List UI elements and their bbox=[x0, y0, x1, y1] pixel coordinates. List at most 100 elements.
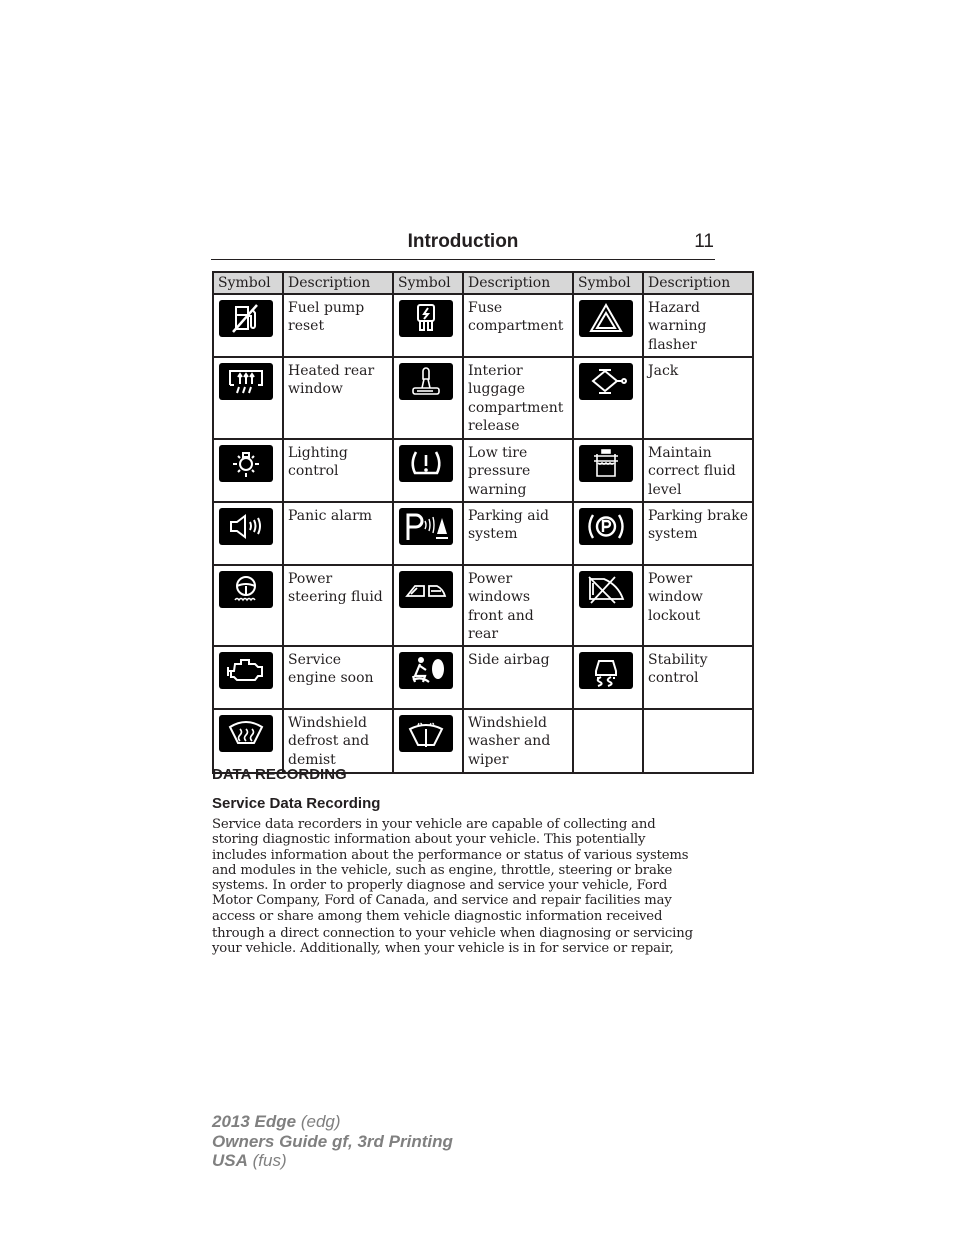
fluid-level-icon bbox=[579, 444, 633, 482]
interior-luggage-release-icon bbox=[399, 362, 453, 400]
paragraph-line: access or share among them vehicle diagn… bbox=[212, 908, 663, 924]
page-title: Introduction bbox=[407, 231, 519, 252]
symbol-cell bbox=[392, 437, 464, 503]
description-cell: Stability control bbox=[642, 644, 754, 710]
description-cell: Windshield washer and wiper bbox=[462, 707, 574, 774]
footer-market-code: (fus) bbox=[247, 1151, 287, 1170]
column-header: Symbol bbox=[572, 271, 644, 295]
table-row: Lighting control Low tire pressure warni… bbox=[212, 437, 754, 503]
description-cell: Jack bbox=[642, 355, 754, 440]
description-cell: Power steering fluid bbox=[282, 563, 394, 647]
parking-aid-icon bbox=[399, 507, 453, 545]
column-header: Description bbox=[642, 271, 754, 295]
fuse-compartment-icon bbox=[399, 299, 453, 337]
symbol-cell bbox=[392, 707, 464, 774]
symbol-cell bbox=[572, 644, 644, 710]
symbol-cell bbox=[392, 563, 464, 647]
symbol-cell bbox=[572, 355, 644, 440]
symbol-cell bbox=[572, 437, 644, 503]
symbol-cell bbox=[212, 292, 284, 358]
description-cell: Heated rear window bbox=[282, 355, 394, 440]
heated-rear-window-icon bbox=[219, 362, 273, 400]
body-paragraph: Service data recorders in your vehicle a… bbox=[212, 817, 722, 957]
symbol-cell bbox=[392, 292, 464, 358]
panic-alarm-icon bbox=[219, 507, 273, 545]
table-row: Power steering fluid Power windows front… bbox=[212, 563, 754, 647]
windshield-defrost-icon bbox=[219, 714, 273, 752]
paragraph-line: storing diagnostic information about you… bbox=[212, 832, 646, 848]
description-cell: Parking aid system bbox=[462, 500, 574, 566]
symbol-cell bbox=[212, 563, 284, 647]
description-cell: Windshield defrost and demist bbox=[282, 707, 394, 774]
footer-guide: Owners Guide gf, 3rd Printing bbox=[212, 1131, 453, 1151]
description-cell: Fuel pump reset bbox=[282, 292, 394, 358]
symbol-cell bbox=[212, 644, 284, 710]
paragraph-line: your vehicle. Additionally, when your ve… bbox=[212, 941, 674, 957]
description-cell: Lighting control bbox=[282, 437, 394, 503]
table-header-row: Symbol Description Symbol Description Sy… bbox=[212, 271, 754, 295]
stability-control-icon bbox=[579, 651, 633, 689]
page-footer: 2013 Edge (edg) Owners Guide gf, 3rd Pri… bbox=[212, 1112, 453, 1171]
paragraph-line: includes information about the performan… bbox=[212, 847, 689, 863]
column-header: Description bbox=[462, 271, 574, 295]
description-cell: Low tire pressure warning bbox=[462, 437, 574, 503]
parking-brake-icon bbox=[579, 507, 633, 545]
description-cell: Maintain correct fluid level bbox=[642, 437, 754, 503]
section-subheading: Service Data Recording bbox=[212, 795, 381, 812]
description-cell: Interior luggage compartment release bbox=[462, 355, 574, 440]
footer-model-code: (edg) bbox=[296, 1112, 341, 1131]
symbol-cell bbox=[392, 500, 464, 566]
description-cell: Power windows front and rear bbox=[462, 563, 574, 647]
description-cell: Side airbag bbox=[462, 644, 574, 710]
column-header: Symbol bbox=[212, 271, 284, 295]
paragraph-line: through a direct connection to your vehi… bbox=[212, 926, 693, 942]
table-row: Heated rear window Interior luggage comp… bbox=[212, 355, 754, 440]
empty-cell bbox=[642, 707, 754, 774]
footer-model: 2013 Edge bbox=[212, 1112, 297, 1131]
low-tire-pressure-icon bbox=[399, 444, 453, 482]
description-cell: Service engine soon bbox=[282, 644, 394, 710]
symbol-glossary-table: Symbol Description Symbol Description Sy… bbox=[212, 271, 754, 774]
description-cell: Parking brake system bbox=[642, 500, 754, 566]
table-row: Service engine soon Side airbag Stabilit… bbox=[212, 644, 754, 710]
page-header: Introduction 11 bbox=[211, 229, 715, 260]
empty-cell bbox=[572, 707, 644, 774]
table-row: Fuel pump reset Fuse compartment Hazard … bbox=[212, 292, 754, 358]
fuel-pump-reset-icon bbox=[219, 299, 273, 337]
page-number: 11 bbox=[694, 231, 714, 252]
symbol-cell bbox=[212, 500, 284, 566]
section-heading: DATA RECORDING bbox=[212, 766, 347, 783]
paragraph-line: systems. In order to properly diagnose a… bbox=[212, 878, 668, 894]
symbol-cell bbox=[212, 707, 284, 774]
footer-line: USA (fus) bbox=[212, 1151, 453, 1171]
table-row: Windshield defrost and demist Windshield… bbox=[212, 707, 754, 774]
jack-icon bbox=[579, 362, 633, 400]
footer-line: Owners Guide gf, 3rd Printing bbox=[212, 1132, 453, 1152]
symbol-cell bbox=[212, 437, 284, 503]
table-row: Panic alarm Parking aid system Parking b… bbox=[212, 500, 754, 566]
power-windows-icon bbox=[399, 570, 453, 608]
description-cell: Hazard warning flasher bbox=[642, 292, 754, 358]
description-cell: Power window lockout bbox=[642, 563, 754, 647]
side-airbag-icon bbox=[399, 651, 453, 689]
windshield-washer-icon bbox=[399, 714, 453, 752]
description-cell: Panic alarm bbox=[282, 500, 394, 566]
symbol-cell bbox=[212, 355, 284, 440]
power-window-lockout-icon bbox=[579, 570, 633, 608]
paragraph-line: and modules in the vehicle, such as engi… bbox=[212, 862, 673, 878]
footer-line: 2013 Edge (edg) bbox=[212, 1112, 453, 1132]
paragraph-line: Motor Company, Ford of Canada, and servi… bbox=[212, 893, 672, 909]
symbol-cell bbox=[392, 644, 464, 710]
symbol-cell bbox=[572, 563, 644, 647]
symbol-cell bbox=[392, 355, 464, 440]
description-cell: Fuse compartment bbox=[462, 292, 574, 358]
column-header: Description bbox=[282, 271, 394, 295]
symbol-cell bbox=[572, 500, 644, 566]
power-steering-fluid-icon bbox=[219, 570, 273, 608]
footer-market: USA bbox=[212, 1151, 248, 1170]
symbol-cell bbox=[572, 292, 644, 358]
paragraph-line: Service data recorders in your vehicle a… bbox=[212, 817, 656, 832]
hazard-warning-icon bbox=[579, 299, 633, 337]
column-header: Symbol bbox=[392, 271, 464, 295]
lighting-control-icon bbox=[219, 444, 273, 482]
